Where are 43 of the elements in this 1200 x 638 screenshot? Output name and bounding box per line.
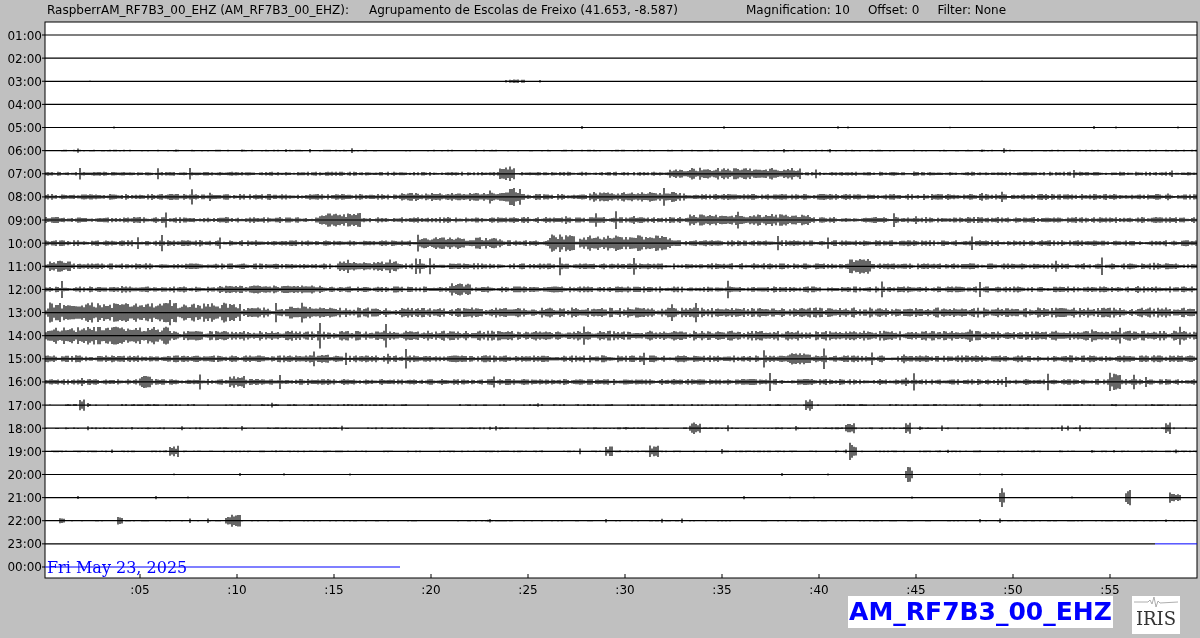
hour-label: 13:00 xyxy=(7,306,42,321)
minute-label: :20 xyxy=(421,583,441,596)
hour-label: 07:00 xyxy=(7,167,42,182)
hour-label: 05:00 xyxy=(7,121,42,135)
minute-label: :25 xyxy=(518,583,538,596)
hour-label: 18:00 xyxy=(7,421,42,436)
hour-label: 12:00 xyxy=(7,282,42,297)
hour-label: 16:00 xyxy=(7,375,42,390)
hour-label: 00:00 xyxy=(7,560,42,575)
hour-label: 20:00 xyxy=(7,467,42,482)
hour-label: 10:00 xyxy=(7,236,42,251)
filter-setting: Filter: None xyxy=(937,2,1007,19)
hour-label: 19:00 xyxy=(7,444,42,459)
minute-label: :50 xyxy=(1003,583,1023,596)
channel-label: AM_RF7B3_00_EHZ xyxy=(848,596,1113,628)
hour-label: 17:00 xyxy=(7,398,42,413)
hour-label: 23:00 xyxy=(7,537,42,552)
hour-label: 09:00 xyxy=(7,213,42,228)
hour-label: 11:00 xyxy=(7,259,42,274)
minute-label: :05 xyxy=(130,583,150,596)
hour-label: 15:00 xyxy=(7,352,42,367)
date-label: Fri May 23, 2025 xyxy=(47,558,188,577)
hour-label: 22:00 xyxy=(7,514,42,529)
minute-label: :10 xyxy=(227,583,247,596)
offset-setting: Offset: 0 xyxy=(867,2,920,19)
hour-label: 06:00 xyxy=(7,144,42,159)
station-title: RaspberrAM_RF7B3_00_EHZ (AM_RF7B3_00_EHZ): xyxy=(47,2,349,19)
minute-label: :45 xyxy=(906,583,926,596)
minute-label: :35 xyxy=(712,583,732,596)
location-text: Agrupamento de Escolas de Freixo (41.653, -8.587) xyxy=(369,2,678,19)
hour-label: 04:00 xyxy=(7,97,42,112)
minute-label: :15 xyxy=(324,583,344,596)
hour-label: 01:00 xyxy=(7,28,42,43)
hour-label: 08:00 xyxy=(7,190,42,205)
magnification-setting: Magnification: 10 xyxy=(746,2,850,19)
hour-label: 14:00 xyxy=(7,329,42,344)
hour-label: 02:00 xyxy=(7,51,42,66)
minute-label: :30 xyxy=(615,583,635,596)
hour-label: 03:00 xyxy=(7,74,42,89)
minute-label: :55 xyxy=(1100,583,1120,596)
hour-label: 21:00 xyxy=(7,491,42,506)
minute-label: :40 xyxy=(809,583,829,596)
iris-logo: IRIS xyxy=(1132,596,1180,634)
